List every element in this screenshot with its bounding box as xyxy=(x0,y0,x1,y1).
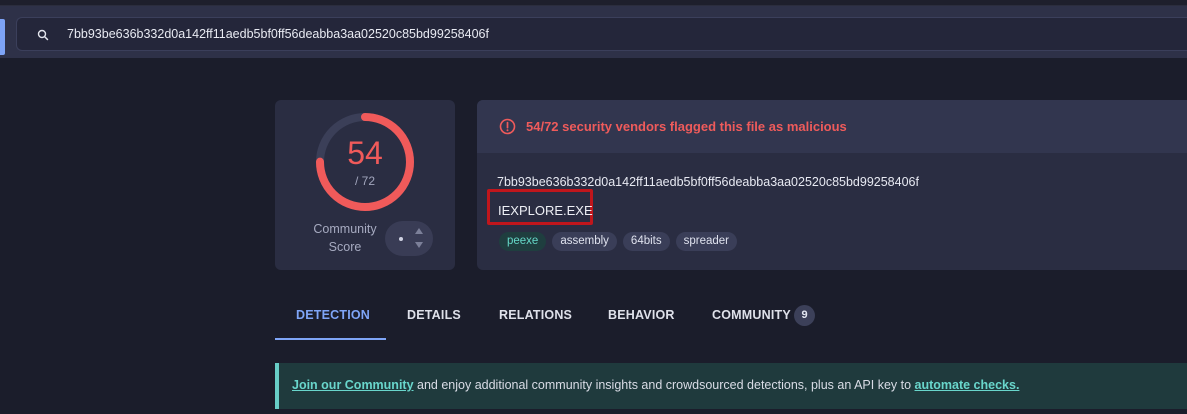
file-hash[interactable]: 7bb93be636b332d0a142ff11aedb5bf0ff56deab… xyxy=(497,175,919,189)
tag-assembly[interactable]: assembly xyxy=(552,232,617,251)
join-community-link[interactable]: Join our Community xyxy=(292,378,414,392)
menu-accent[interactable] xyxy=(0,19,5,55)
search-input[interactable] xyxy=(67,27,967,41)
active-tab-underline xyxy=(275,338,386,340)
tag-peexe[interactable]: peexe xyxy=(499,232,547,251)
tab-community[interactable]: COMMUNITY xyxy=(712,308,791,322)
file-name: IEXPLORE.EXE xyxy=(498,203,593,218)
tab-relations[interactable]: RELATIONS xyxy=(499,308,572,322)
search-icon[interactable] xyxy=(37,28,49,41)
alert-circle-icon xyxy=(499,118,516,135)
detection-score-card: 54 / 72 Community Score xyxy=(275,100,455,270)
tab-details[interactable]: DETAILS xyxy=(407,308,461,322)
community-score-voter[interactable] xyxy=(385,221,433,256)
tab-behavior[interactable]: BEHAVIOR xyxy=(608,308,675,322)
search-box[interactable] xyxy=(16,17,1187,51)
detection-count: 54 xyxy=(347,135,383,171)
top-bar xyxy=(0,6,1187,58)
tag-spreader[interactable]: spreader xyxy=(675,232,737,251)
banner-middle-text: and enjoy additional community insights … xyxy=(413,378,915,392)
detection-total: / 72 xyxy=(354,174,375,188)
file-tags: peexe assembly 64bits spreader xyxy=(499,232,737,251)
downvote-icon[interactable] xyxy=(415,242,423,248)
upvote-icon[interactable] xyxy=(415,228,423,234)
report-tabs: DETECTION DETAILS RELATIONS BEHAVIOR COM… xyxy=(275,300,1187,340)
tab-detection[interactable]: DETECTION xyxy=(296,308,370,322)
banner-text: Join our Community and enjoy additional … xyxy=(292,378,1019,392)
community-banner: Join our Community and enjoy additional … xyxy=(275,363,1187,409)
score-dot-icon xyxy=(399,237,403,241)
tag-64bits[interactable]: 64bits xyxy=(622,232,670,251)
malicious-alert: 54/72 security vendors flagged this file… xyxy=(477,100,1187,153)
alert-text: 54/72 security vendors flagged this file… xyxy=(526,119,847,134)
community-score-label: Community Score xyxy=(313,222,377,254)
automate-checks-link[interactable]: automate checks. xyxy=(915,378,1020,392)
community-count-badge: 9 xyxy=(794,305,815,326)
